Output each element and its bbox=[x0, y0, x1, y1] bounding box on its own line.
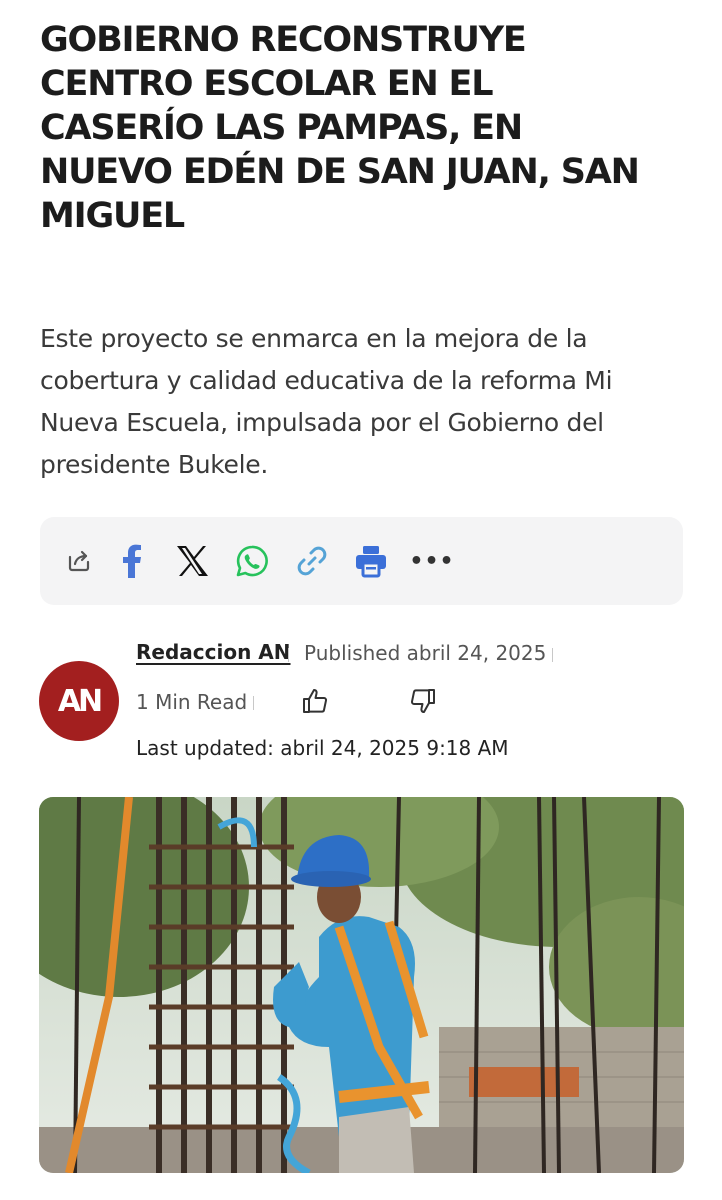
construction-worker-photo bbox=[39, 797, 684, 1173]
share-bar: ••• bbox=[40, 517, 683, 605]
article-summary: Este proyecto se enmarca en la mejora de… bbox=[40, 318, 690, 486]
published-date: Published abril 24, 2025 bbox=[304, 641, 547, 665]
headline-line: CASERÍO LAS PAMPAS, EN bbox=[40, 108, 523, 148]
headline-line: GOBIERNO RECONSTRUYE bbox=[40, 20, 527, 60]
thumbs-down-icon[interactable] bbox=[406, 684, 440, 718]
summary-line: cobertura y calidad educativa de la refo… bbox=[40, 366, 613, 395]
more-icon[interactable]: ••• bbox=[409, 541, 455, 581]
meta-divider bbox=[288, 648, 289, 662]
headline-line: MIGUEL bbox=[40, 196, 185, 236]
avatar-initials: AN bbox=[57, 683, 103, 719]
facebook-icon[interactable] bbox=[112, 541, 152, 581]
avatar[interactable]: AN bbox=[39, 661, 119, 741]
thumbs-up-icon[interactable] bbox=[298, 684, 332, 718]
x-icon[interactable] bbox=[172, 541, 212, 581]
featured-image[interactable] bbox=[39, 797, 684, 1173]
summary-line: Este proyecto se enmarca en la mejora de… bbox=[40, 324, 588, 353]
summary-line: presidente Bukele. bbox=[40, 450, 269, 479]
read-time: 1 Min Read bbox=[136, 690, 248, 714]
more-label: ••• bbox=[409, 548, 455, 574]
summary-line: Nueva Escuela, impulsada por el Gobierno… bbox=[40, 408, 604, 437]
headline-line: CENTRO ESCOLAR EN EL bbox=[40, 64, 494, 104]
link-icon[interactable] bbox=[292, 541, 332, 581]
article-headline: GOBIERNO RECONSTRUYE CENTRO ESCOLAR EN E… bbox=[40, 18, 690, 238]
last-updated: Last updated: abril 24, 2025 9:18 AM bbox=[136, 736, 509, 760]
whatsapp-icon[interactable] bbox=[232, 541, 272, 581]
headline-line: NUEVO EDÉN DE SAN JUAN, SAN bbox=[40, 152, 640, 192]
meta-divider bbox=[552, 648, 553, 662]
meta-divider bbox=[253, 696, 254, 710]
author-link[interactable]: Redaccion AN bbox=[136, 640, 291, 664]
print-icon[interactable] bbox=[351, 541, 391, 581]
share-icon[interactable] bbox=[60, 541, 100, 581]
